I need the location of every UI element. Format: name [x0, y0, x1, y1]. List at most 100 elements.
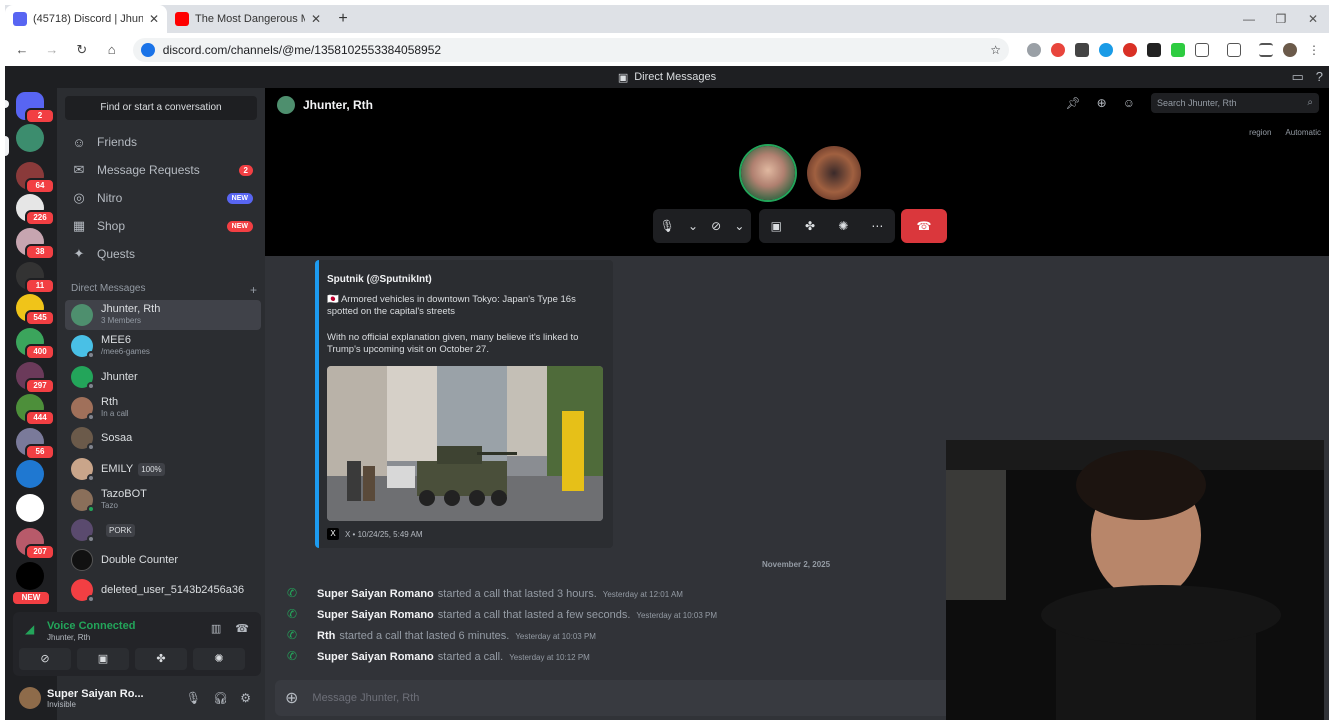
- dm-item[interactable]: PORK: [65, 515, 261, 545]
- extension-icon[interactable]: [1099, 42, 1113, 57]
- voice-channel[interactable]: Jhunter, Rth: [47, 633, 90, 642]
- help-icon[interactable]: ?: [1316, 69, 1323, 85]
- microphone-icon[interactable]: 🎙︎: [186, 691, 201, 705]
- restore-icon[interactable]: ❐: [1265, 5, 1297, 33]
- activities-icon[interactable]: ✤: [805, 219, 815, 233]
- chat-search-input[interactable]: Search Jhunter, Rth ⌕: [1151, 93, 1319, 113]
- dm-item[interactable]: Jhunter, Rth 3 Members: [65, 300, 261, 330]
- dm-item[interactable]: MEE6/mee6-games: [65, 331, 261, 361]
- puzzle-icon[interactable]: [1195, 42, 1209, 57]
- camera-off-button[interactable]: ⊘: [19, 648, 71, 670]
- dm-item[interactable]: EMILY 100%: [65, 454, 261, 484]
- close-window-icon[interactable]: ✕: [1297, 5, 1329, 33]
- unread-badge: 207: [25, 544, 55, 560]
- dm-item[interactable]: Double Counter: [65, 545, 261, 575]
- server-icon[interactable]: [16, 494, 44, 522]
- back-icon[interactable]: ←: [13, 42, 31, 57]
- more-icon[interactable]: ⋯: [871, 219, 883, 233]
- attach-plus-icon[interactable]: ⊕: [285, 688, 298, 708]
- soundboard-button[interactable]: ✺: [193, 648, 245, 670]
- avatar[interactable]: [19, 687, 41, 709]
- dm-item[interactable]: Jhunter: [65, 362, 261, 392]
- dm-item[interactable]: Sosaa: [65, 423, 261, 453]
- soundboard-icon[interactable]: ✺: [838, 219, 848, 233]
- create-dm-icon[interactable]: +: [250, 283, 257, 297]
- bookmark-star-icon[interactable]: ☆: [990, 43, 1001, 57]
- server-icon[interactable]: [16, 460, 44, 488]
- chevron-down-icon[interactable]: ⌄: [688, 219, 698, 233]
- chat-header: Jhunter, Rth 📌︎ ⊕ ☺ Search Jhunter, Rth …: [265, 88, 1329, 122]
- embed-image[interactable]: [327, 366, 603, 521]
- unread-badge: 2: [25, 108, 55, 124]
- embed-text: 🇯🇵 Armored vehicles in downtown Tokyo: J…: [327, 294, 576, 317]
- nav-quests[interactable]: ✦ Quests: [65, 240, 257, 268]
- tab-youtube[interactable]: The Most Dangerous Man on E ✕: [167, 5, 329, 33]
- inbox-icon[interactable]: ▭: [1291, 69, 1303, 85]
- members-icon[interactable]: ☺: [1123, 96, 1135, 110]
- extension-icon[interactable]: [1075, 42, 1089, 57]
- dm-name: TazoBOT: [101, 488, 147, 500]
- screen: (45718) Discord | Jhunter, R ✕ The Most …: [0, 0, 1329, 720]
- caller-name[interactable]: Super Saiyan Romano: [317, 651, 434, 663]
- screen-share-button[interactable]: ▣: [77, 648, 129, 670]
- participant-avatar[interactable]: [807, 146, 861, 200]
- address-bar[interactable]: discord.com/channels/@me/135810255338405…: [132, 37, 1009, 62]
- user-status: Invisible: [47, 699, 76, 709]
- gear-icon[interactable]: ⚙: [240, 691, 251, 705]
- nav-shop[interactable]: ▦ Shop NEW: [65, 212, 257, 240]
- close-tab-icon[interactable]: ✕: [311, 12, 321, 26]
- find-conversation-button[interactable]: Find or start a conversation: [65, 96, 257, 120]
- activities-button[interactable]: ✤: [135, 648, 187, 670]
- microphone-icon[interactable]: 🎙︎: [660, 219, 675, 233]
- profile-avatar[interactable]: [1283, 42, 1297, 57]
- dm-item[interactable]: Rth In a call: [65, 393, 261, 423]
- unread-badge: 38: [25, 244, 55, 260]
- extension-icon[interactable]: [1027, 42, 1041, 57]
- site-info-icon[interactable]: [140, 42, 155, 57]
- headphones-icon[interactable]: 🎧︎: [213, 691, 228, 705]
- pin-icon[interactable]: 📌︎: [1065, 96, 1080, 110]
- camera-off-icon[interactable]: ⊘: [711, 219, 721, 233]
- dm-section-header: Direct Messages +: [71, 283, 257, 297]
- caller-name[interactable]: Super Saiyan Romano: [317, 609, 434, 621]
- extension-icon[interactable]: [1171, 42, 1185, 57]
- unread-badge: 400: [25, 344, 55, 360]
- media-icon[interactable]: [1227, 42, 1241, 57]
- menu-kebab-icon[interactable]: ⋮: [1307, 43, 1321, 57]
- chevron-down-icon[interactable]: ⌄: [734, 219, 744, 233]
- minimize-icon[interactable]: —: [1233, 5, 1265, 33]
- reload-icon[interactable]: ↻: [73, 42, 91, 58]
- caller-name[interactable]: Super Saiyan Romano: [317, 588, 434, 600]
- nav-friends[interactable]: ☺ Friends: [65, 128, 257, 156]
- embed-author[interactable]: Sputnik (@SputnikInt): [327, 274, 432, 285]
- tab-discord[interactable]: (45718) Discord | Jhunter, R ✕: [5, 5, 167, 33]
- dm-sub: Tazo: [101, 501, 118, 510]
- hang-up-button[interactable]: ☎: [901, 209, 947, 243]
- region-select[interactable]: Automatic: [1285, 128, 1321, 137]
- close-tab-icon[interactable]: ✕: [149, 12, 159, 26]
- server-icon[interactable]: [16, 124, 44, 152]
- new-tab-button[interactable]: +: [329, 5, 357, 33]
- screen-share-icon[interactable]: ▣: [771, 219, 782, 233]
- extension-icon[interactable]: [1123, 42, 1137, 57]
- add-friends-icon[interactable]: ⊕: [1097, 96, 1107, 110]
- noise-suppression-icon[interactable]: ▥: [211, 622, 221, 635]
- adblock-icon[interactable]: [1051, 42, 1065, 57]
- home-icon[interactable]: ⌂: [103, 42, 121, 57]
- participant-avatar[interactable]: [741, 146, 795, 200]
- extension-icon[interactable]: [1147, 42, 1161, 57]
- reading-list-icon[interactable]: [1259, 42, 1273, 57]
- forward-icon[interactable]: →: [43, 42, 61, 57]
- dm-item[interactable]: deleted_user_5143b2456a36: [65, 575, 261, 605]
- url-text: discord.com/channels/@me/135810255338405…: [162, 42, 442, 57]
- avatar: [71, 427, 95, 451]
- voice-status[interactable]: Voice Connected: [47, 620, 135, 632]
- nav-nitro[interactable]: ◎ Nitro NEW: [65, 184, 257, 212]
- unread-badge: 11: [25, 278, 55, 294]
- caller-name[interactable]: Rth: [317, 630, 335, 642]
- disconnect-icon[interactable]: ☎: [235, 622, 249, 635]
- dm-item[interactable]: TazoBOT Tazo: [65, 485, 261, 515]
- server-icon[interactable]: [16, 562, 44, 590]
- browser-tabbar: (45718) Discord | Jhunter, R ✕ The Most …: [5, 5, 1329, 33]
- nav-message-requests[interactable]: ✉ Message Requests 2: [65, 156, 257, 184]
